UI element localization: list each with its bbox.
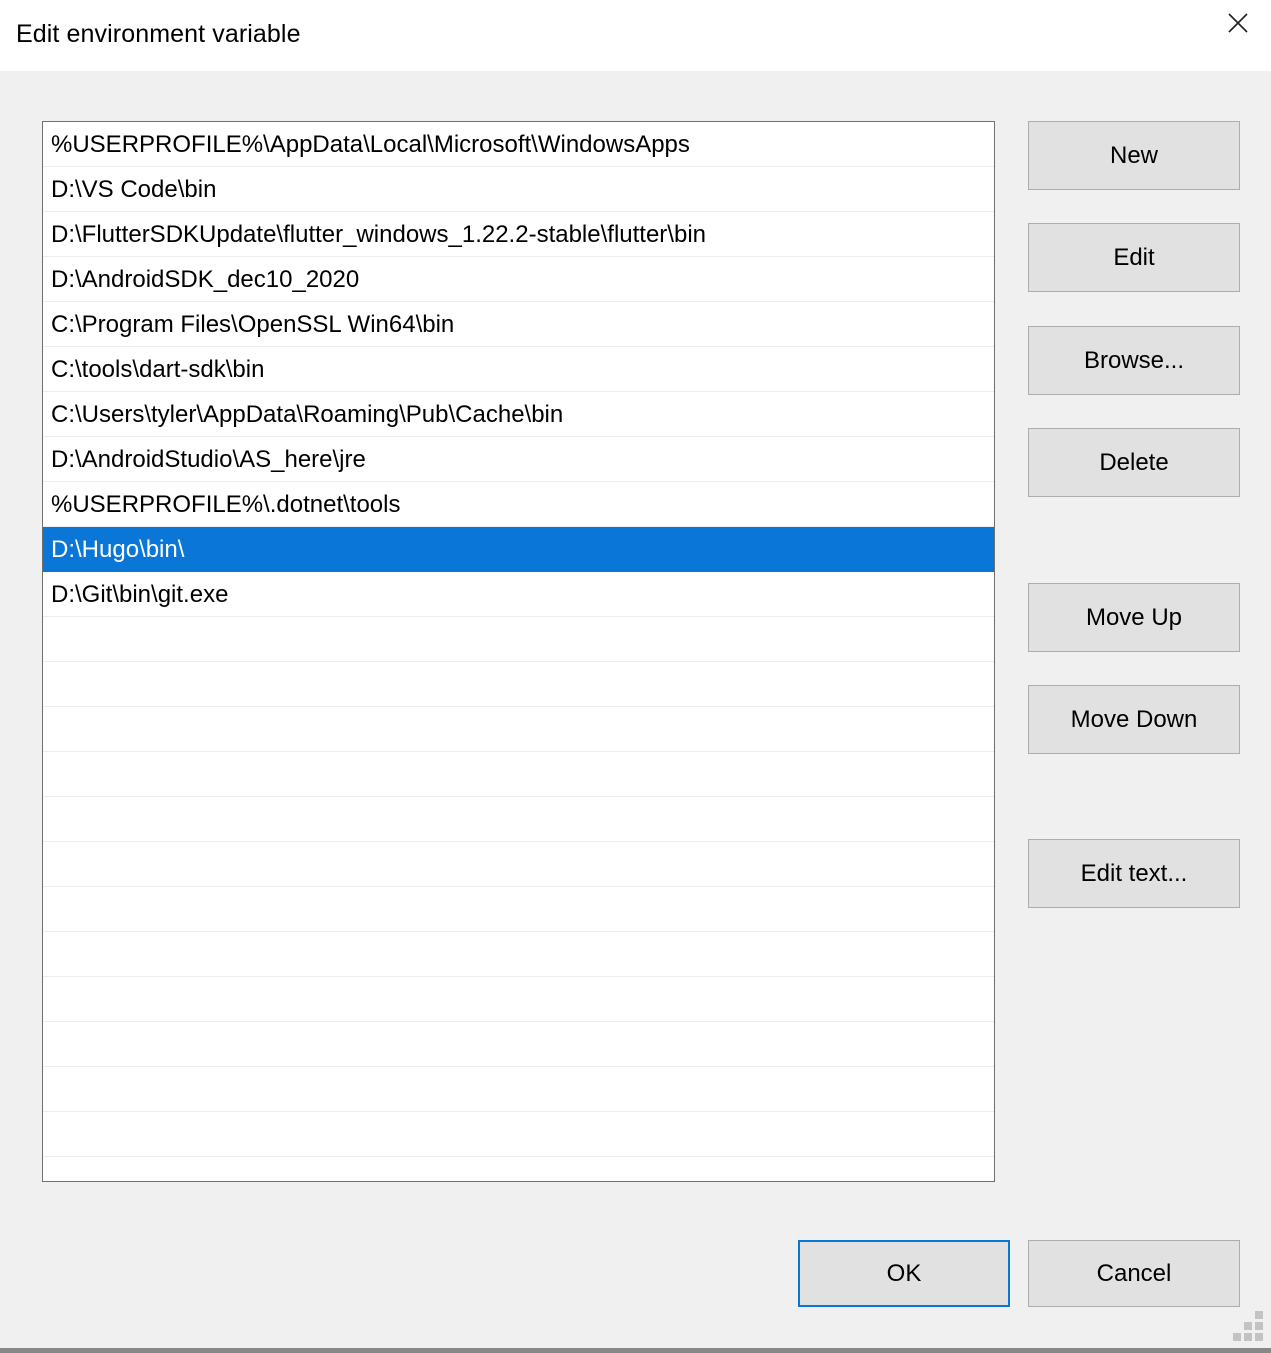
- path-list[interactable]: %USERPROFILE%\AppData\Local\Microsoft\Wi…: [42, 121, 995, 1182]
- list-item-empty[interactable]: [43, 887, 994, 932]
- title-bar: Edit environment variable: [0, 0, 1271, 71]
- resize-grip-dot: [1255, 1333, 1263, 1341]
- list-item[interactable]: D:\Hugo\bin\: [43, 527, 994, 572]
- move-up-button[interactable]: Move Up: [1028, 583, 1240, 652]
- close-icon: [1227, 12, 1249, 34]
- list-item[interactable]: C:\Program Files\OpenSSL Win64\bin: [43, 302, 994, 347]
- resize-grip-dot: [1244, 1333, 1252, 1341]
- list-item[interactable]: D:\AndroidStudio\AS_here\jre: [43, 437, 994, 482]
- list-item-empty[interactable]: [43, 797, 994, 842]
- edit-text-button[interactable]: Edit text...: [1028, 839, 1240, 908]
- list-item-empty[interactable]: [43, 752, 994, 797]
- resize-grip-dot: [1244, 1322, 1252, 1330]
- list-item-empty[interactable]: [43, 707, 994, 752]
- page-title: Edit environment variable: [16, 20, 301, 48]
- resize-grip[interactable]: [1233, 1311, 1265, 1343]
- resize-grip-dot: [1255, 1311, 1263, 1319]
- window-bottom-edge: [0, 1348, 1271, 1353]
- list-item[interactable]: C:\Users\tyler\AppData\Roaming\Pub\Cache…: [43, 392, 994, 437]
- resize-grip-dot: [1233, 1333, 1241, 1341]
- list-item[interactable]: D:\VS Code\bin: [43, 167, 994, 212]
- list-item[interactable]: D:\AndroidSDK_dec10_2020: [43, 257, 994, 302]
- list-item-empty[interactable]: [43, 842, 994, 887]
- close-button[interactable]: [1205, 0, 1271, 46]
- list-item[interactable]: %USERPROFILE%\AppData\Local\Microsoft\Wi…: [43, 122, 994, 167]
- delete-button[interactable]: Delete: [1028, 428, 1240, 497]
- cancel-button[interactable]: Cancel: [1028, 1240, 1240, 1307]
- browse-button[interactable]: Browse...: [1028, 326, 1240, 395]
- list-item-empty[interactable]: [43, 662, 994, 707]
- list-item[interactable]: %USERPROFILE%\.dotnet\tools: [43, 482, 994, 527]
- edit-button[interactable]: Edit: [1028, 223, 1240, 292]
- list-item-empty[interactable]: [43, 1112, 994, 1157]
- move-down-button[interactable]: Move Down: [1028, 685, 1240, 754]
- list-item[interactable]: C:\tools\dart-sdk\bin: [43, 347, 994, 392]
- resize-grip-dot: [1255, 1322, 1263, 1330]
- list-item-empty[interactable]: [43, 977, 994, 1022]
- list-item-empty[interactable]: [43, 1022, 994, 1067]
- list-item-empty[interactable]: [43, 932, 994, 977]
- list-item[interactable]: D:\Git\bin\git.exe: [43, 572, 994, 617]
- new-button[interactable]: New: [1028, 121, 1240, 190]
- list-item[interactable]: D:\FlutterSDKUpdate\flutter_windows_1.22…: [43, 212, 994, 257]
- ok-button[interactable]: OK: [798, 1240, 1010, 1307]
- list-item-empty[interactable]: [43, 1067, 994, 1112]
- list-item-empty[interactable]: [43, 617, 994, 662]
